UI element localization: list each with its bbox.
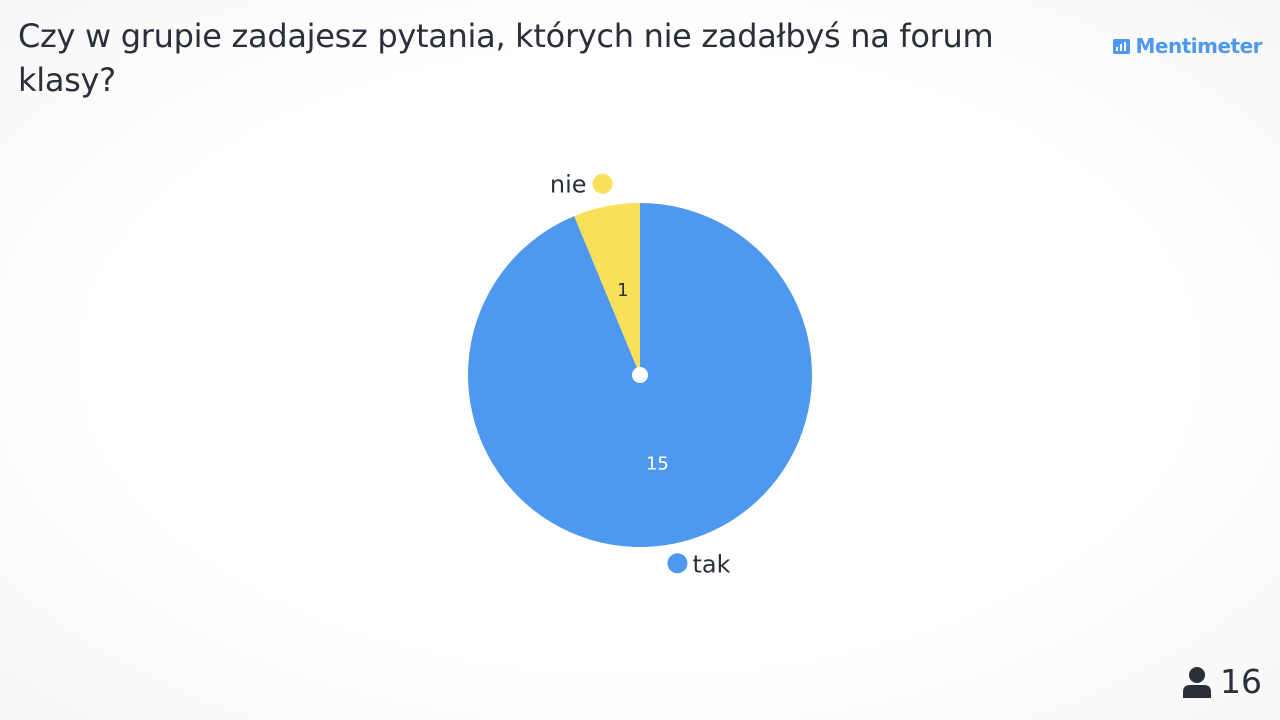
pie-chart: 15 tak 1 nie [468, 171, 812, 578]
participant-count: 16 [1182, 664, 1262, 700]
legend-dot-tak [667, 553, 688, 574]
pie-center-dot [632, 367, 648, 383]
pie-value-label-nie: 1 [617, 280, 628, 301]
pie-value-label-tak: 15 [646, 454, 669, 475]
legend-item-tak: tak [667, 550, 731, 578]
legend-dot-nie [592, 173, 613, 194]
legend-item-nie: nie [550, 171, 613, 199]
legend-label-nie: nie [550, 171, 587, 199]
participant-count-value: 16 [1220, 662, 1262, 701]
person-icon [1183, 667, 1211, 698]
legend-label-tak: tak [692, 550, 730, 578]
